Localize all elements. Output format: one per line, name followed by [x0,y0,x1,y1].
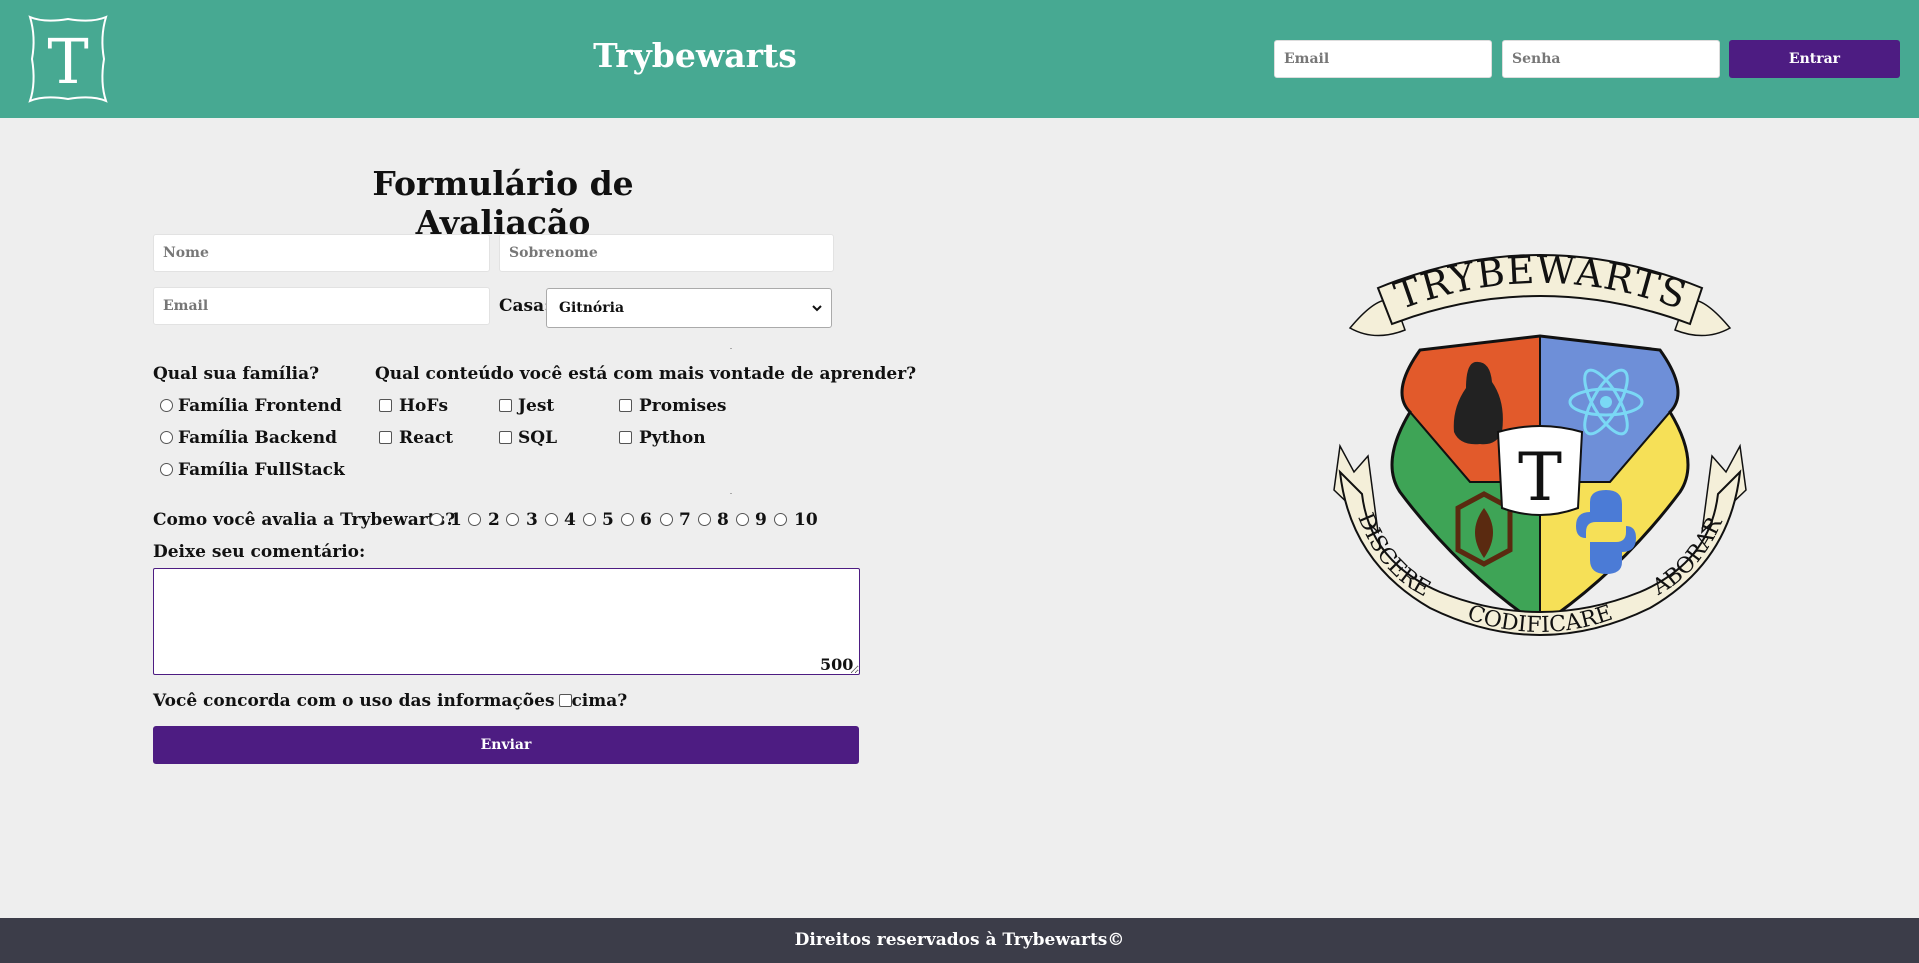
content-question: Qual conteúdo você está com mais vontade… [375,364,917,384]
family-question: Qual sua família? [153,364,320,384]
name-input[interactable] [153,234,490,272]
login-email-input[interactable] [1274,40,1492,78]
site-title: Trybewarts [593,36,797,75]
rating-radio-5[interactable] [583,513,596,526]
rating-radio-7[interactable] [660,513,673,526]
rating-radio-8[interactable] [698,513,711,526]
content-jest-label: Jest [518,396,555,416]
rating-label-7: 7 [679,510,691,530]
rating-radio-3[interactable] [506,513,519,526]
header: T Trybewarts Entrar [0,0,1919,118]
footer-text: Direitos reservados à Trybewarts© [794,930,1125,950]
login-password-input[interactable] [1502,40,1720,78]
rating-radio-1[interactable] [430,513,443,526]
content-hofs-checkbox[interactable] [379,399,392,412]
logo-letter: T [47,25,88,98]
family-fullstack-label: Família FullStack [178,460,345,480]
rating-label-1: 1 [450,510,462,530]
chevron-down-icon [812,305,822,312]
rating-radio-9[interactable] [736,513,749,526]
house-label: Casa: [499,296,551,316]
rating-label-8: 8 [717,510,729,530]
content-sql-checkbox[interactable] [499,431,512,444]
form-title: Formulário de Avaliação [372,164,634,242]
rating-label-3: 3 [526,510,538,530]
rating-label-10: 10 [794,510,818,530]
email-input[interactable] [153,287,490,325]
rating-label-6: 6 [640,510,652,530]
house-select[interactable]: Gitnória [546,288,832,328]
comment-label: Deixe seu comentário: [153,542,366,562]
comment-textarea[interactable] [153,568,860,675]
content-promises-label: Promises [639,396,727,416]
family-frontend-label: Família Frontend [178,396,342,416]
content-jest-checkbox[interactable] [499,399,512,412]
svg-text:DISCERE: DISCERE [1352,510,1434,603]
rating-radio-2[interactable] [468,513,481,526]
content-python-label: Python [639,428,706,448]
rating-question: Como você avalia a Trybewarts? [153,510,456,530]
divider-dot [730,493,732,494]
character-counter: 500 [820,655,854,674]
rating-radio-10[interactable] [774,513,787,526]
submit-button[interactable]: Enviar [153,726,859,764]
crest-banner-top: TRYBEWARTS [1389,248,1692,319]
agreement-label: Você concorda com o uso das informações … [153,691,628,711]
content-react-checkbox[interactable] [379,431,392,444]
rating-radio-6[interactable] [621,513,634,526]
rating-radio-4[interactable] [545,513,558,526]
agreement-checkbox[interactable] [559,694,572,707]
house-select-value: Gitnória [559,300,625,316]
trybewarts-logo-icon: T [28,15,108,103]
family-backend-label: Família Backend [178,428,338,448]
content-sql-label: SQL [518,428,558,448]
trybewarts-crest-image: TRYBEWARTS T DISCERE CODIFICARE LABORARE [1320,232,1747,638]
rating-label-4: 4 [564,510,576,530]
crest-center-letter: T [1518,439,1562,516]
divider-dot [730,348,732,349]
crest-banner-left: DISCERE [1352,510,1434,603]
rating-label-2: 2 [488,510,500,530]
rating-label-5: 5 [602,510,614,530]
content-react-label: React [399,428,454,448]
content-promises-checkbox[interactable] [619,399,632,412]
family-backend-radio[interactable] [160,431,173,444]
svg-text:TRYBEWARTS: TRYBEWARTS [1389,248,1693,319]
lastname-input[interactable] [499,234,834,272]
family-frontend-radio[interactable] [160,399,173,412]
login-button[interactable]: Entrar [1729,40,1900,78]
rating-label-9: 9 [755,510,767,530]
content-hofs-label: HoFs [399,396,449,416]
content-python-checkbox[interactable] [619,431,632,444]
footer: Direitos reservados à Trybewarts© [0,918,1919,963]
family-fullstack-radio[interactable] [160,463,173,476]
